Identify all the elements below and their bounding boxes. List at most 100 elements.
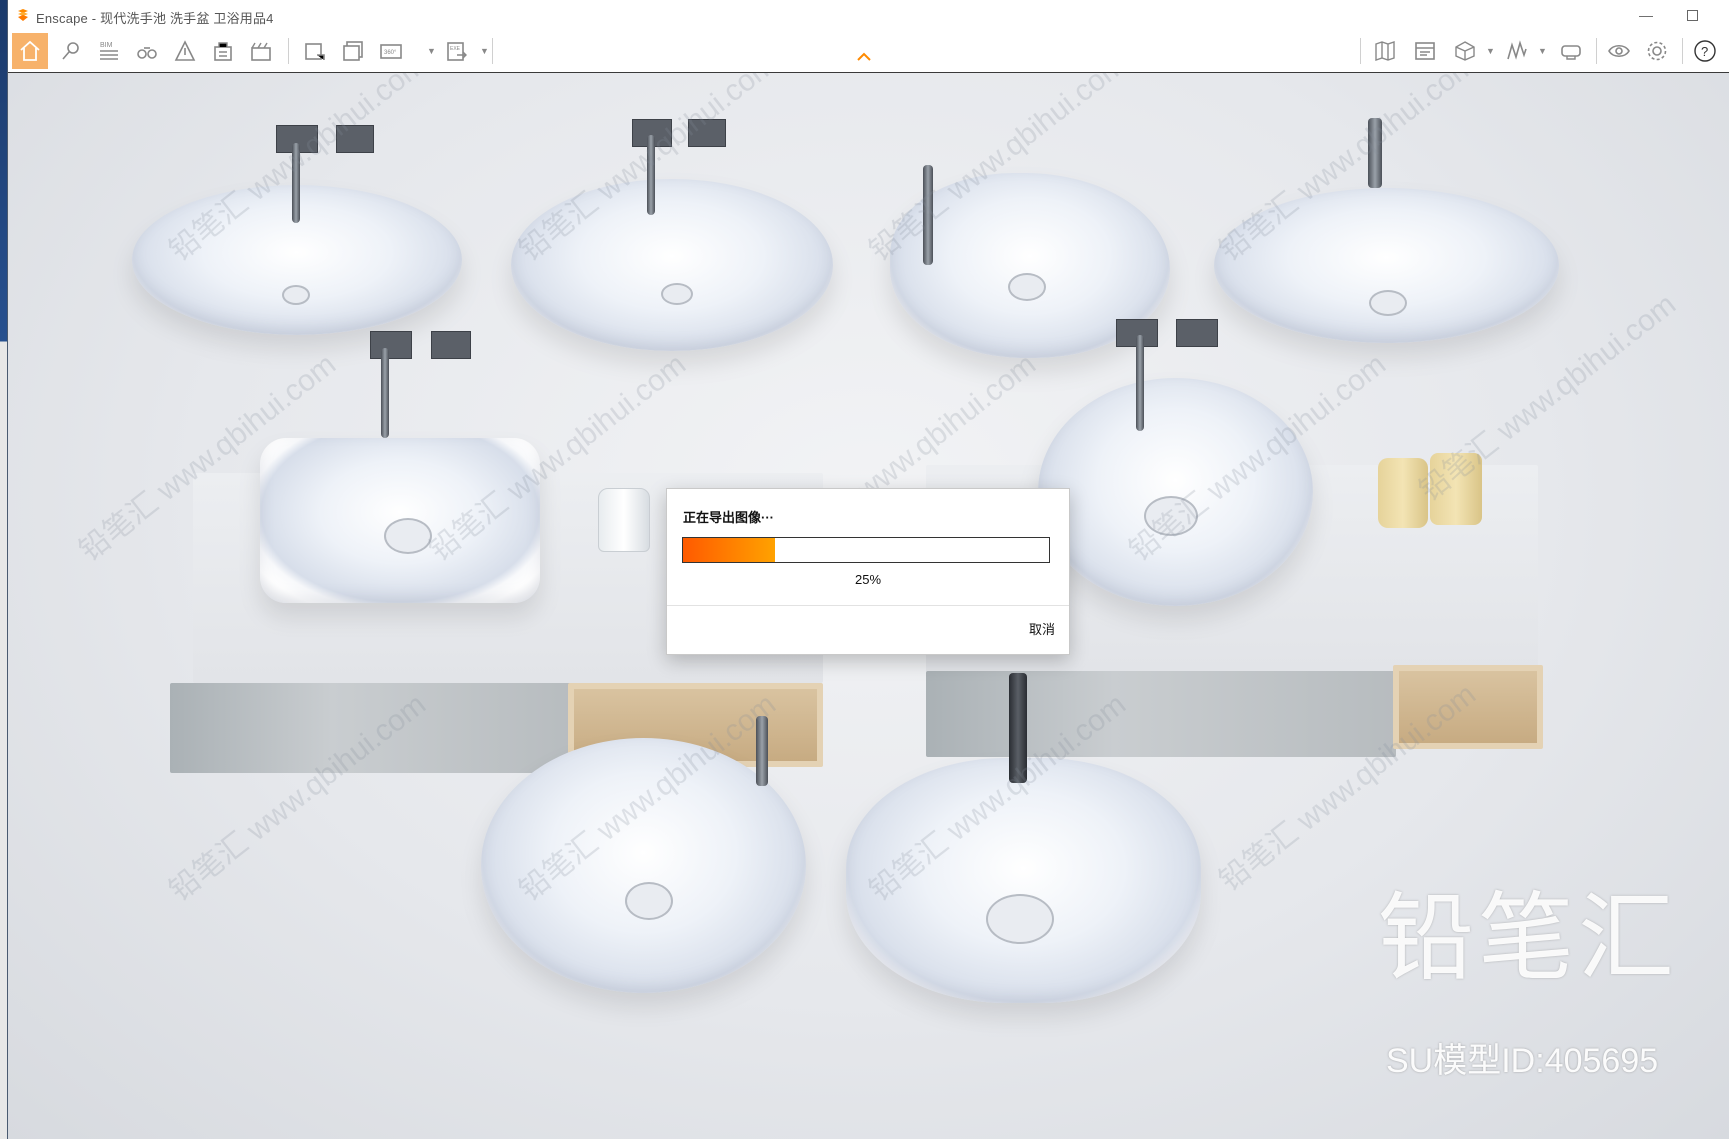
binoculars-icon [137,47,157,59]
panorama-button[interactable]: 360° [374,34,408,68]
tall-faucet [1368,118,1382,188]
cube-dropdown-chevron-icon[interactable]: ▼ [1486,46,1495,56]
atmosphere-icon [174,40,196,61]
wall-faucet-handle [688,119,726,147]
map-button[interactable] [1368,34,1402,68]
dialog-divider [667,605,1069,606]
panorama-icon: 360° [380,44,402,59]
toolbar-separator [1596,38,1597,64]
svg-text:?: ? [1701,44,1708,59]
wall-faucet-handle [431,331,471,359]
cube-view-icon [1455,41,1475,61]
home-button[interactable] [12,33,48,69]
view-management-button[interactable] [54,34,88,68]
sink-oval-4 [1214,188,1559,343]
soap-bottle [598,488,650,552]
cancel-button[interactable]: 取消 [1029,619,1055,638]
wall-faucet [292,143,300,223]
binoculars-button[interactable] [130,34,164,68]
minimize-button[interactable]: — [1623,0,1669,30]
sink-drain [384,518,432,554]
bim-button[interactable]: BIM [92,34,126,68]
batch-render-icon [343,41,363,61]
wall-faucet-handle [1176,319,1218,347]
sink-oval-2 [511,179,833,351]
home-icon [20,40,40,61]
watermark-model-id: SU模型ID:405695 [1386,1042,1659,1080]
dialog-title: 正在导出图像··· [683,510,774,525]
toolbar-separator [492,38,493,64]
sink-drain [625,882,673,920]
chart-icon [1507,40,1527,60]
export-exe-icon: EXE [447,42,467,61]
wall-faucet [647,135,655,215]
screenshot-button[interactable] [298,34,332,68]
view-management-icon [62,42,79,60]
wall-faucet [381,348,389,438]
toothbrush-cup [1430,453,1482,525]
tall-faucet [756,716,768,786]
progress-percent-label: 25% [854,572,882,587]
eye-icon [1608,44,1630,58]
wall-faucet [1136,335,1144,431]
export-progress-dialog: 正在导出图像··· 25% 取消 [666,488,1070,655]
toolbar-separator [288,38,289,64]
vr-headset-icon [1561,45,1581,60]
video-editor-button[interactable] [244,34,278,68]
svg-text:360°: 360° [384,50,397,56]
wall-faucet-handle [336,125,374,153]
chart-dropdown-chevron-icon[interactable]: ▼ [1538,46,1547,56]
desktop-edge [0,0,8,1139]
tall-faucet [1009,673,1027,783]
material-editor-icon [1415,42,1435,60]
sink-round-6 [1038,378,1313,606]
settings-button[interactable] [1640,34,1674,68]
sink-rectangular-5 [260,438,540,603]
sink-square-round-8 [846,758,1201,1003]
svg-text:BIM: BIM [100,42,113,49]
maximize-icon [1686,9,1698,21]
export-exe-button[interactable]: EXE [440,34,474,68]
title-bar: Enscape - 现代洗手池 洗手盆 卫浴用品4 — [8,0,1729,30]
window-title: Enscape - 现代洗手池 洗手盆 卫浴用品4 [36,11,274,26]
map-icon [1375,41,1395,61]
sink-drain [282,285,310,305]
atmosphere-button[interactable] [168,34,202,68]
enscape-logo-icon [18,9,28,21]
settings-gear-icon [1647,41,1667,61]
main-toolbar: BIM 360° ▼ EXE ▼ ▼ ▼ ? [8,30,1729,73]
cube-view-button[interactable] [1448,34,1482,68]
sink-drain [986,894,1054,944]
chart-button[interactable] [1500,34,1534,68]
help-button[interactable]: ? [1688,34,1722,68]
toolbar-separator [1682,38,1683,64]
sink-drain [1008,273,1046,301]
sink-drain [1369,290,1407,316]
sink-drain [1144,496,1198,536]
toolbar-separator [1360,38,1361,64]
progress-fill [683,538,775,562]
asset-library-icon [214,42,232,61]
visual-settings-button[interactable] [1602,34,1636,68]
vr-headset-button[interactable] [1554,34,1588,68]
watermark-logo-text: 铅笔汇 [1378,882,1678,994]
panorama-dropdown-chevron-icon[interactable]: ▼ [427,46,436,56]
svg-text:EXE: EXE [450,46,461,52]
right-vanity-stone-front [926,671,1396,757]
tall-faucet [923,165,933,265]
asset-library-button[interactable] [206,34,240,68]
collapse-toolbar-chevron-up-icon[interactable] [856,52,872,62]
batch-render-button[interactable] [336,34,370,68]
video-editor-icon [251,42,271,61]
enscape-window: Enscape - 现代洗手池 洗手盆 卫浴用品4 — BIM 360° ▼ E… [8,0,1729,1139]
minimize-icon: — [1639,7,1653,23]
wall-faucet-plate [370,331,412,359]
sink-drain [661,283,693,305]
export-progress-bar [682,537,1050,563]
screenshot-icon [305,43,325,60]
export-dropdown-chevron-icon[interactable]: ▼ [480,46,489,56]
help-icon: ? [1694,40,1716,62]
maximize-button[interactable] [1669,0,1715,30]
soap-dispenser [1378,458,1428,528]
material-editor-button[interactable] [1408,34,1442,68]
